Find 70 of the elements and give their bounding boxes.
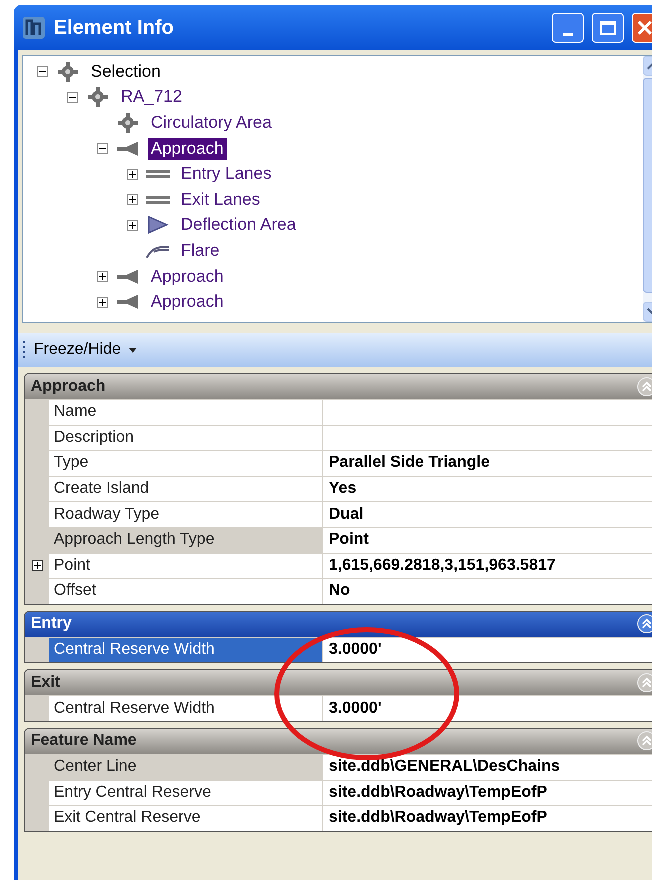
tree-item[interactable]: Approach: [148, 138, 227, 160]
funnel-icon: [116, 294, 140, 310]
triangle-icon: [147, 216, 169, 234]
close-icon: [637, 20, 652, 36]
property-label[interactable]: Type: [49, 451, 323, 476]
tree-item[interactable]: RA_712: [118, 86, 186, 108]
funnel-icon: [116, 268, 140, 285]
grip-icon: [22, 340, 26, 360]
funnel-icon: [116, 140, 140, 157]
tree-item[interactable]: Entry Lanes: [178, 163, 275, 186]
property-value[interactable]: Dual: [323, 502, 652, 527]
collapse-button[interactable]: [67, 92, 78, 103]
tree-item[interactable]: Approach: [148, 266, 227, 288]
property-value[interactable]: site.ddb\GENERAL\DesChains: [323, 754, 652, 780]
property-label[interactable]: Entry Central Reserve: [49, 780, 323, 806]
property-value[interactable]: 3.0000': [323, 638, 652, 662]
minimize-button[interactable]: [552, 12, 584, 42]
value-field[interactable]: [323, 400, 652, 425]
property-value[interactable]: site.ddb\Roadway\TempEofP: [323, 806, 652, 831]
tree-item[interactable]: Circulatory Area: [148, 112, 275, 134]
tree-item[interactable]: Selection: [88, 60, 164, 83]
expand-button[interactable]: [127, 168, 138, 180]
property-label[interactable]: Description: [49, 426, 323, 450]
collapse-button[interactable]: [97, 143, 108, 154]
app-icon: [22, 16, 46, 40]
property-value[interactable]: Yes: [323, 476, 652, 502]
section-title: Feature Name: [31, 731, 137, 752]
property-value[interactable]: No: [323, 579, 652, 604]
property-value[interactable]: Point: [323, 528, 652, 553]
section-header[interactable]: Approach: [25, 374, 652, 399]
section-header[interactable]: Exit: [25, 670, 652, 696]
value-field[interactable]: [323, 426, 652, 450]
tree-item[interactable]: Deflection Area: [178, 214, 300, 236]
maximize-button[interactable]: [592, 12, 624, 42]
lanes-icon: [146, 194, 170, 205]
expand-button[interactable]: [127, 194, 138, 206]
property-label[interactable]: Exit Central Reserve: [49, 806, 323, 831]
property-value[interactable]: site.ddb\Roadway\TempEofP: [323, 780, 652, 806]
property-label[interactable]: Name: [49, 400, 323, 425]
property-value[interactable]: Parallel Side Triangle: [323, 451, 652, 476]
expand-button[interactable]: [97, 296, 108, 308]
tree-item[interactable]: Flare: [178, 240, 223, 262]
caret-icon: [129, 348, 138, 352]
expand-button[interactable]: [127, 220, 138, 231]
section-header[interactable]: Entry: [25, 612, 652, 637]
roundabout-icon: [117, 112, 139, 134]
expand-button[interactable]: [97, 271, 108, 282]
property-label[interactable]: Point: [49, 554, 323, 578]
property-value[interactable]: 3.0000': [323, 696, 652, 721]
property-label[interactable]: Central Reserve Width: [49, 638, 323, 662]
close-button[interactable]: [632, 12, 652, 42]
property-label[interactable]: Create Island: [49, 476, 323, 502]
tree-item[interactable]: Exit Lanes: [178, 188, 264, 211]
section-title: Exit: [31, 672, 60, 693]
window-title: Element Info: [54, 16, 176, 40]
collapse-button[interactable]: [37, 66, 48, 78]
tree-item[interactable]: Approach: [148, 291, 227, 314]
property-value[interactable]: 1,615,669.2818,3,151,963.5817: [323, 554, 652, 578]
freeze-hide-menu[interactable]: Freeze/Hide: [34, 338, 138, 362]
roundabout-icon: [57, 60, 79, 83]
expand-button[interactable]: [32, 560, 42, 572]
section-title: Approach: [31, 376, 106, 396]
property-label[interactable]: Roadway Type: [49, 502, 323, 527]
roundabout-icon: [87, 86, 109, 108]
collapse-chevron-icon[interactable]: [637, 614, 652, 634]
section-title: Entry: [31, 614, 72, 634]
property-label[interactable]: Central Reserve Width: [49, 696, 323, 721]
lanes-icon: [146, 169, 170, 180]
property-label[interactable]: Offset: [49, 579, 323, 604]
section-header[interactable]: Feature Name: [25, 728, 652, 754]
